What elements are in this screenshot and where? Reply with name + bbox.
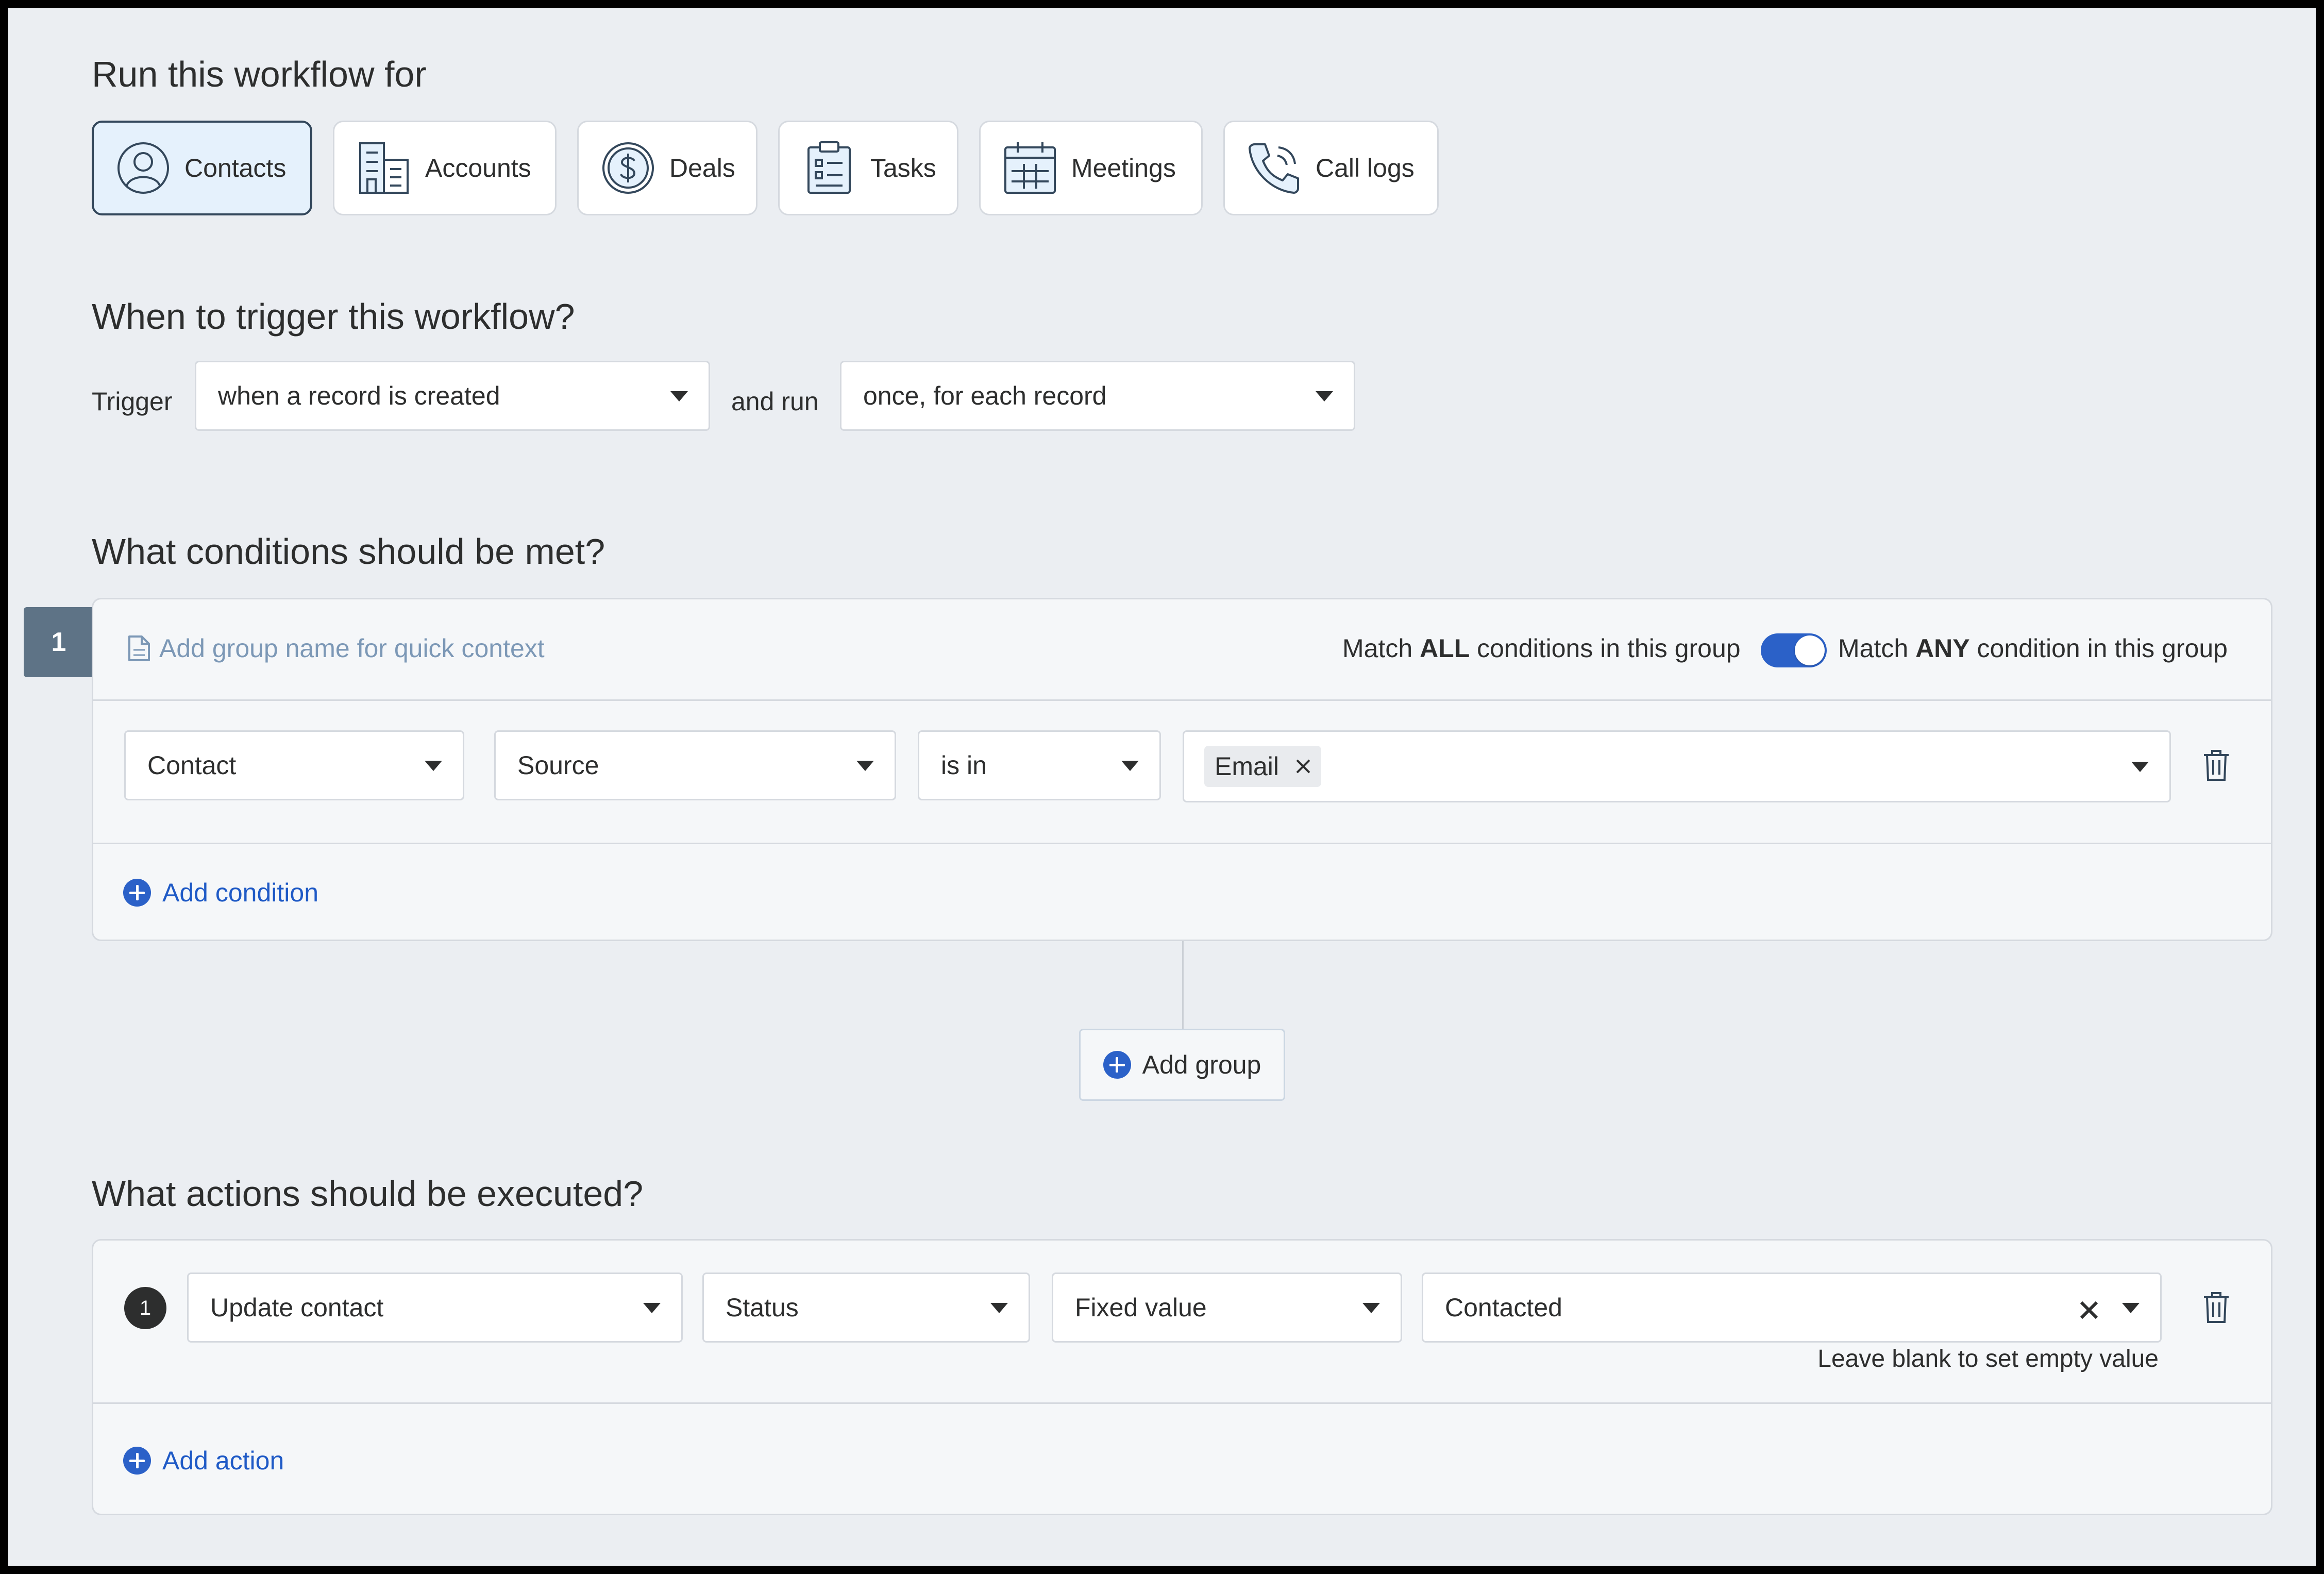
condition-entity-value: Contact xyxy=(147,751,237,780)
group-number-badge: 1 xyxy=(24,607,94,677)
entity-meetings-button[interactable]: Meetings xyxy=(979,121,1203,215)
entity-label: Call logs xyxy=(1316,154,1414,182)
building-icon xyxy=(359,142,409,194)
clear-value-icon[interactable] xyxy=(2079,1300,2099,1320)
entity-contacts-button[interactable]: Contacts xyxy=(92,121,312,215)
entity-label: Tasks xyxy=(870,154,936,182)
condition-field-value: Source xyxy=(517,751,599,780)
chevron-down-icon xyxy=(990,1303,1008,1313)
match-any-label: Match ANY condition in this group xyxy=(1838,633,2228,663)
group-name-input[interactable]: Add group name for quick context xyxy=(159,633,545,663)
plus-circle-icon xyxy=(123,879,151,907)
actions-panel: 1 Update contact Status Fixed value Cont… xyxy=(92,1239,2272,1515)
document-icon xyxy=(128,635,150,661)
match-any-keyword: ANY xyxy=(1915,634,1970,663)
trigger-select[interactable]: when a record is created xyxy=(195,361,710,431)
condition-operator-select[interactable]: is in xyxy=(918,730,1161,800)
entity-label: Deals xyxy=(669,154,735,182)
condition-entity-select[interactable]: Contact xyxy=(124,730,464,800)
condition-field-select[interactable]: Source xyxy=(494,730,896,800)
run-frequency-value: once, for each record xyxy=(863,381,1107,410)
delete-condition-icon[interactable] xyxy=(2202,749,2231,782)
match-any-suffix: condition in this group xyxy=(1969,634,2228,663)
delete-action-icon[interactable] xyxy=(2202,1291,2231,1324)
action-type-value: Update contact xyxy=(210,1293,384,1322)
condition-group-panel: Add group name for quick context Match A… xyxy=(92,598,2272,941)
add-action-button[interactable]: Add action xyxy=(123,1446,284,1476)
action-value-hint: Leave blank to set empty value xyxy=(1817,1345,2159,1372)
trigger-label: Trigger xyxy=(92,387,173,416)
run-section-title: Run this workflow for xyxy=(92,54,427,94)
add-action-label: Add action xyxy=(162,1446,284,1475)
chevron-down-icon xyxy=(2131,762,2149,772)
entity-call-logs-button[interactable]: Call logs xyxy=(1223,121,1439,215)
trigger-section-title: When to trigger this workflow? xyxy=(92,296,575,337)
actions-section-title: What actions should be executed? xyxy=(92,1174,644,1214)
action-value-mode-select[interactable]: Fixed value xyxy=(1052,1272,1402,1343)
add-group-button[interactable]: Add group xyxy=(1079,1029,1285,1101)
run-frequency-select[interactable]: once, for each record xyxy=(840,361,1355,431)
entity-label: Accounts xyxy=(425,154,531,182)
chevron-down-icon xyxy=(2122,1303,2140,1313)
match-mode-toggle[interactable] xyxy=(1761,633,1827,667)
entity-accounts-button[interactable]: Accounts xyxy=(333,121,557,215)
chevron-down-icon xyxy=(856,761,874,771)
run-label: and run xyxy=(731,387,819,416)
action-field-select[interactable]: Status xyxy=(702,1272,1030,1343)
toggle-knob xyxy=(1795,635,1825,665)
action-value: Contacted xyxy=(1445,1293,1562,1322)
match-all-keyword: ALL xyxy=(1420,634,1470,663)
match-all-suffix: conditions in this group xyxy=(1470,634,1741,663)
condition-row-divider xyxy=(93,843,2271,844)
entity-label: Meetings xyxy=(1071,154,1176,182)
chevron-down-icon xyxy=(1362,1303,1380,1313)
condition-operator-value: is in xyxy=(941,751,987,780)
entity-tasks-button[interactable]: Tasks xyxy=(778,121,958,215)
action-type-select[interactable]: Update contact xyxy=(187,1272,683,1343)
workflow-editor: Run this workflow for Contacts Accounts xyxy=(8,8,2316,1566)
phone-icon xyxy=(1249,143,1299,194)
condition-values-select[interactable] xyxy=(1183,730,2171,802)
match-all-label: Match ALL conditions in this group xyxy=(1342,633,1741,663)
action-value-mode-value: Fixed value xyxy=(1075,1293,1207,1322)
value-tag: Email xyxy=(1204,746,1322,787)
chevron-down-icon xyxy=(1121,761,1139,771)
conditions-section-title: What conditions should be met? xyxy=(92,531,605,572)
action-field-value: Status xyxy=(726,1293,799,1322)
entity-label: Contacts xyxy=(184,154,287,182)
action-value-select[interactable]: Contacted xyxy=(1422,1272,2162,1343)
trigger-value: when a record is created xyxy=(218,381,500,410)
group-connector-line xyxy=(1182,941,1184,1029)
calendar-icon xyxy=(1004,142,1056,194)
match-any-prefix: Match xyxy=(1838,634,1916,663)
chevron-down-icon xyxy=(1316,391,1333,401)
plus-circle-icon xyxy=(123,1447,151,1475)
add-condition-button[interactable]: Add condition xyxy=(123,878,318,908)
group-header-divider xyxy=(93,699,2271,701)
action-row-divider xyxy=(93,1402,2271,1404)
chevron-down-icon xyxy=(670,391,688,401)
remove-tag-icon[interactable] xyxy=(1294,758,1312,775)
clipboard-icon xyxy=(807,141,851,194)
plus-circle-icon xyxy=(1103,1051,1131,1079)
value-tag-label: Email xyxy=(1215,752,1279,781)
dollar-icon xyxy=(602,142,654,194)
entity-deals-button[interactable]: Deals xyxy=(577,121,757,215)
add-condition-label: Add condition xyxy=(162,878,319,907)
contact-icon xyxy=(117,142,169,194)
action-number-badge: 1 xyxy=(124,1287,166,1329)
chevron-down-icon xyxy=(643,1303,661,1313)
add-group-label: Add group xyxy=(1142,1050,1261,1079)
chevron-down-icon xyxy=(425,761,442,771)
match-all-prefix: Match xyxy=(1342,634,1420,663)
